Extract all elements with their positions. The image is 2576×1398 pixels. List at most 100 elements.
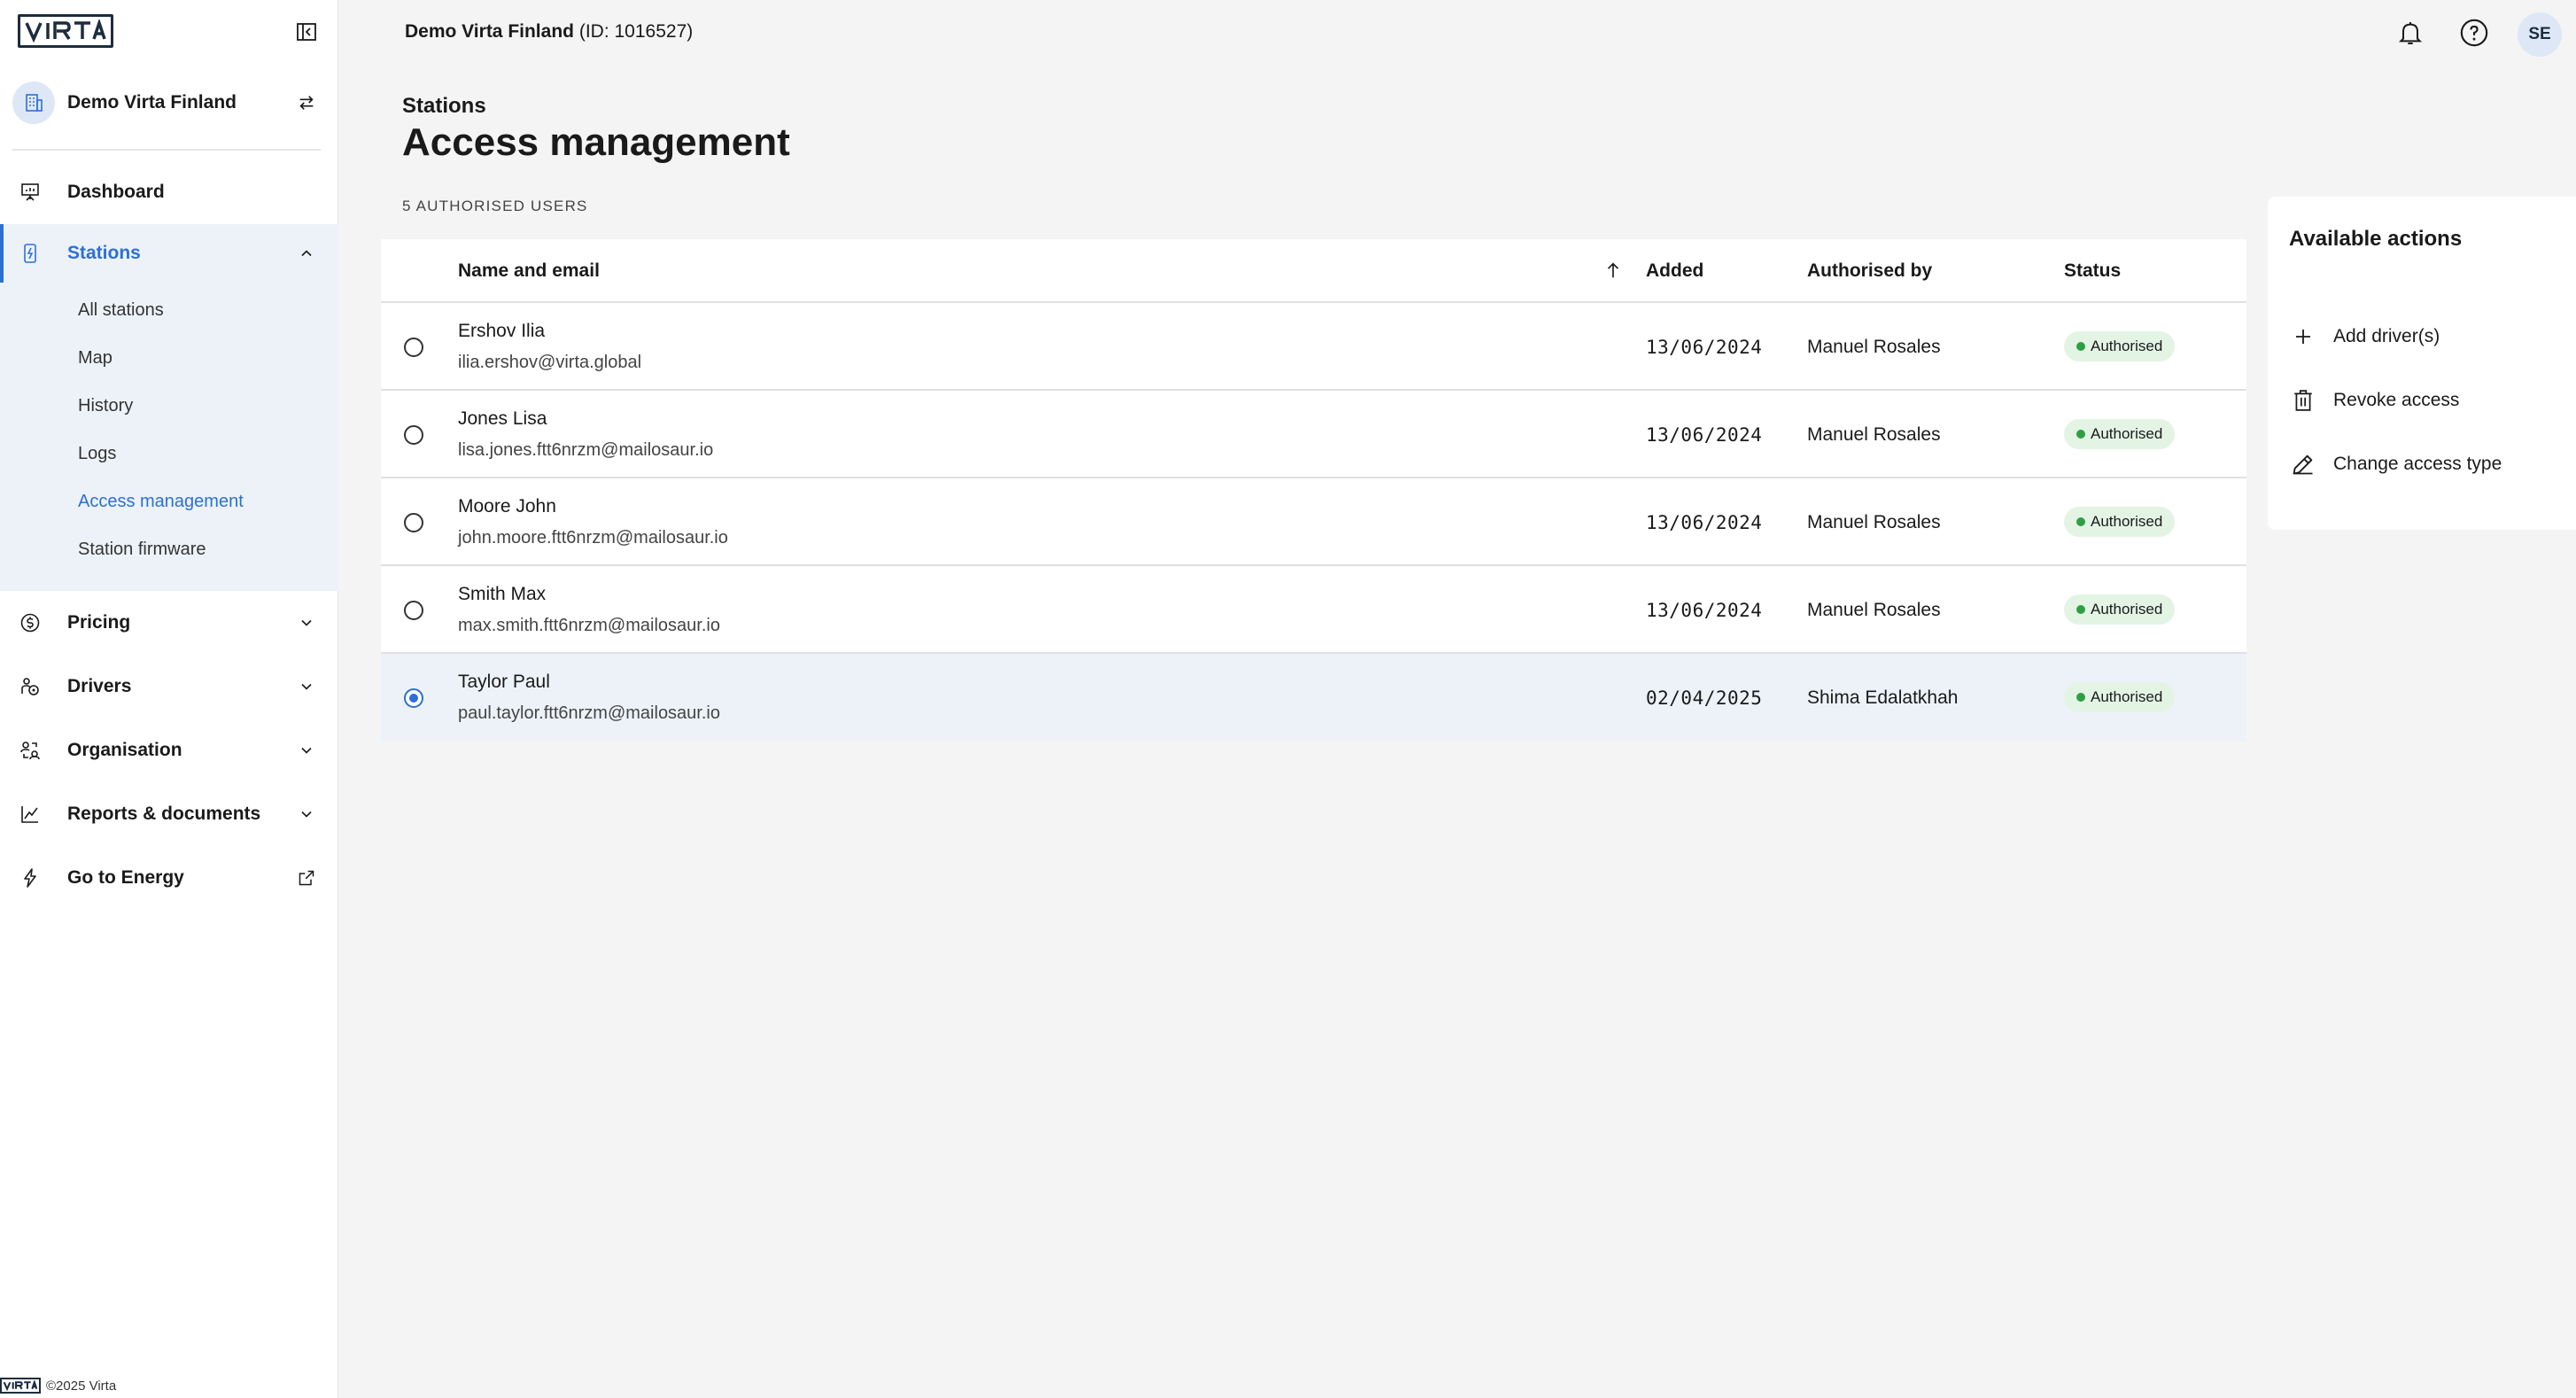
sidebar-item-stations[interactable]: Stations (0, 224, 338, 283)
trash-icon (2289, 386, 2317, 415)
sidebar-item-pricing[interactable]: Pricing (0, 594, 338, 652)
virta-logo-mark (25, 19, 106, 43)
row-select-radio[interactable] (404, 513, 423, 532)
revoke-access-button[interactable]: Revoke access (2289, 383, 2459, 418)
authorised-by: Manuel Rosales (1807, 337, 1941, 357)
user-name: Taylor Paul (458, 672, 550, 692)
sidebar-item-label: Dashboard (67, 182, 165, 202)
organisation-title-name: Demo Virta Finland (405, 21, 574, 42)
authorised-users-count: 5 AUTHORISED USERS (402, 198, 588, 214)
virta-logo-small (0, 1378, 41, 1394)
action-label: Add driver(s) (2333, 326, 2440, 346)
sidebar-collapse-icon (297, 23, 316, 41)
status-badge: Authorised (2064, 419, 2176, 449)
row-select-radio[interactable] (404, 688, 423, 708)
copyright-text: ©2025 Virta (46, 1378, 117, 1394)
added-date: 13/06/2024 (1646, 512, 1763, 533)
bell-icon (2398, 22, 2423, 44)
user-name: Moore John (458, 496, 556, 516)
add-drivers-button[interactable]: Add driver(s) (2289, 319, 2440, 354)
available-actions-title: Available actions (2289, 227, 2463, 251)
table-row[interactable]: Ershov Ilia ilia.ershov@virta.global 13/… (381, 303, 2246, 391)
sidebar-item-drivers[interactable]: Drivers (0, 657, 338, 716)
row-select-radio[interactable] (404, 601, 423, 620)
status-badge: Authorised (2064, 331, 2176, 361)
sidebar-subitem-all-stations[interactable]: All stations (78, 300, 164, 321)
authorised-by: Manuel Rosales (1807, 600, 1941, 620)
organisation-name: Demo Virta Finland (67, 92, 237, 113)
sidebar-subitem-logs[interactable]: Logs (78, 444, 116, 464)
sidebar-item-label: Reports & documents (67, 804, 261, 824)
access-table: Name and email Added Authorised by Statu… (381, 239, 2246, 742)
user-email: paul.taylor.ftt6nrzm@mailosaur.io (458, 703, 720, 723)
lightning-icon (18, 866, 43, 890)
breadcrumb[interactable]: Stations (402, 94, 486, 119)
table-header: Name and email Added Authorised by Statu… (381, 239, 2246, 303)
arrow-up-icon (1607, 262, 1619, 278)
currency-icon (18, 610, 43, 635)
chevron-down-icon (294, 738, 319, 763)
table-row[interactable]: Jones Lisa lisa.jones.ftt6nrzm@mailosaur… (381, 391, 2246, 478)
row-select-radio[interactable] (404, 425, 423, 445)
sidebar-item-label: Drivers (67, 676, 132, 696)
collapse-sidebar-button[interactable] (294, 19, 319, 44)
status-badge: Authorised (2064, 682, 2176, 712)
chevron-up-icon (294, 241, 319, 266)
notifications-button[interactable] (2394, 16, 2427, 50)
sidebar-item-dashboard[interactable]: Dashboard (0, 163, 338, 221)
status-badge: Authorised (2064, 594, 2176, 625)
drivers-icon (18, 674, 43, 699)
table-row[interactable]: Moore John john.moore.ftt6nrzm@mailosaur… (381, 478, 2246, 566)
organisation-switcher[interactable]: Demo Virta Finland (0, 76, 338, 129)
authorised-by: Manuel Rosales (1807, 424, 1941, 445)
added-date: 13/06/2024 (1646, 600, 1763, 621)
sidebar-subitem-map[interactable]: Map (78, 348, 113, 369)
column-header-authorised-by[interactable]: Authorised by (1807, 260, 1932, 282)
table-row-selected[interactable]: Taylor Paul paul.taylor.ftt6nrzm@mailosa… (381, 654, 2246, 742)
station-icon (18, 241, 43, 266)
chart-icon (18, 802, 43, 827)
user-avatar[interactable]: SE (2518, 12, 2562, 57)
authorised-by: Manuel Rosales (1807, 512, 1941, 532)
sidebar-subitem-access-management[interactable]: Access management (78, 492, 244, 512)
action-label: Revoke access (2333, 390, 2460, 410)
organisation-title: Demo Virta Finland (ID: 1016527) (405, 21, 693, 43)
authorised-by: Shima Edalatkhah (1807, 687, 1959, 708)
sidebar-item-organisation[interactable]: Organisation (0, 721, 338, 780)
action-label: Change access type (2333, 454, 2502, 474)
sidebar-subitem-history[interactable]: History (78, 396, 133, 416)
added-date: 13/06/2024 (1646, 337, 1763, 358)
sidebar: Demo Virta Finland Dashboard Stations Al… (0, 0, 338, 1398)
switch-organisation-icon[interactable] (294, 90, 319, 115)
chevron-down-icon (294, 610, 319, 635)
sidebar-item-label: Pricing (67, 612, 131, 633)
row-select-radio[interactable] (404, 338, 423, 357)
virta-logo[interactable] (18, 14, 113, 48)
sidebar-item-go-to-energy[interactable]: Go to Energy (0, 849, 338, 907)
presentation-icon (18, 180, 43, 205)
chevron-down-icon (294, 802, 319, 827)
user-name: Jones Lisa (458, 408, 547, 429)
user-name: Ershov Ilia (458, 321, 546, 341)
user-email: lisa.jones.ftt6nrzm@mailosaur.io (458, 440, 714, 460)
sidebar-divider (12, 149, 321, 151)
sidebar-item-label: Organisation (67, 740, 182, 760)
change-access-type-button[interactable]: Change access type (2289, 447, 2502, 482)
sidebar-subitem-station-firmware[interactable]: Station firmware (78, 540, 206, 560)
sidebar-item-reports-documents[interactable]: Reports & documents (0, 785, 338, 843)
table-row[interactable]: Smith Max max.smith.ftt6nrzm@mailosaur.i… (381, 566, 2246, 654)
sidebar-item-label: Stations (67, 243, 141, 263)
user-email: max.smith.ftt6nrzm@mailosaur.io (458, 616, 720, 635)
column-header-status[interactable]: Status (2064, 260, 2121, 282)
column-header-added[interactable]: Added (1646, 260, 1703, 282)
page-title: Access management (402, 120, 790, 164)
column-header-name-email[interactable]: Name and email (458, 260, 600, 282)
stations-section: Stations All stations Map History Logs A… (0, 224, 338, 591)
user-name: Smith Max (458, 584, 547, 604)
available-actions-panel: Available actions Add driver(s) Revoke a… (2268, 197, 2576, 530)
organisation-id: (ID: 1016527) (578, 21, 694, 42)
user-email: john.moore.ftt6nrzm@mailosaur.io (458, 528, 728, 548)
help-button[interactable] (2457, 16, 2491, 50)
external-link-icon (294, 866, 319, 890)
sort-ascending-button[interactable] (1600, 257, 1626, 283)
